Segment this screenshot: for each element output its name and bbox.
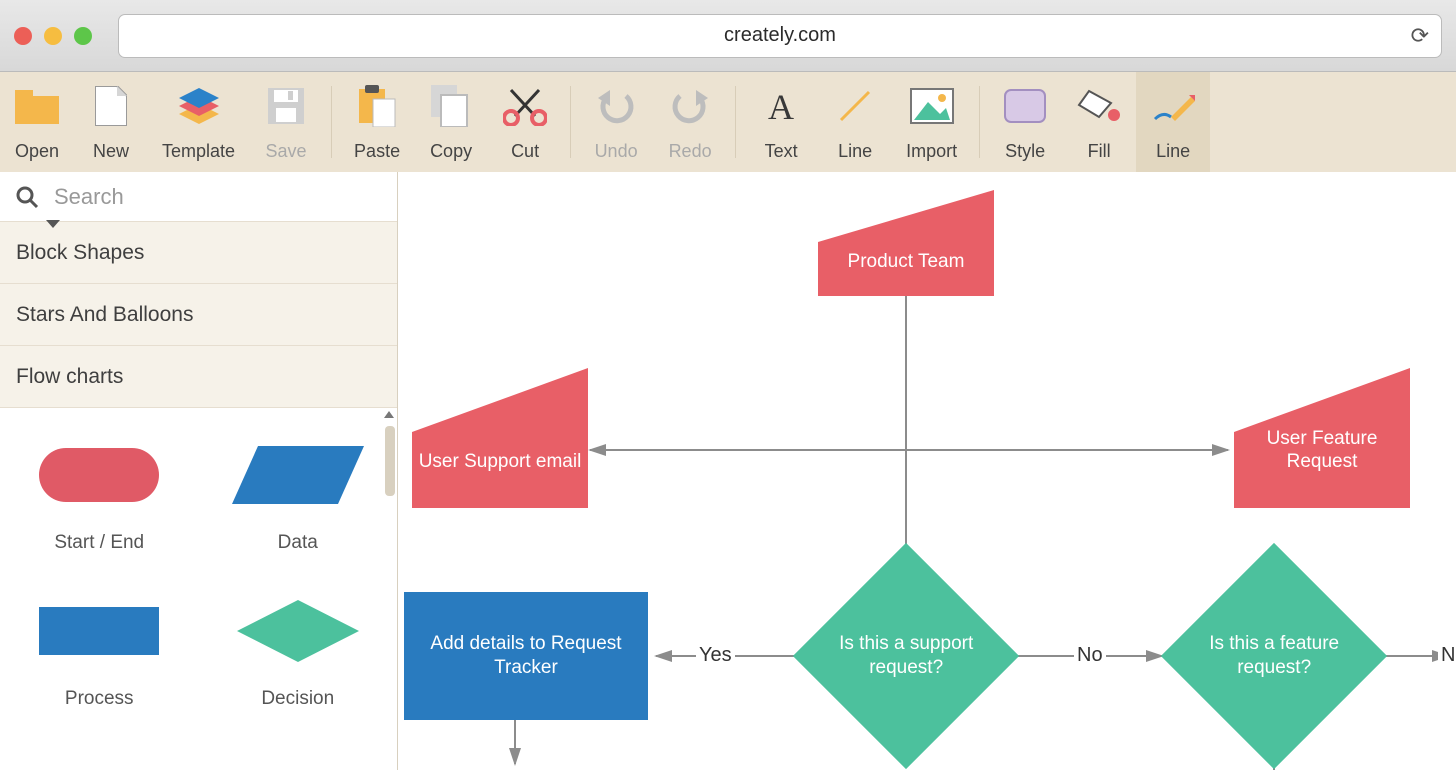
shape-start-end[interactable]: Start / End xyxy=(0,432,199,554)
fill-button[interactable]: Fill xyxy=(1062,72,1136,172)
paste-button[interactable]: Paste xyxy=(340,72,414,172)
cut-button[interactable]: Cut xyxy=(488,72,562,172)
folder-icon xyxy=(15,72,59,139)
document-icon xyxy=(95,72,127,139)
shape-decision[interactable]: Decision xyxy=(199,588,398,710)
text-tool-button[interactable]: A Text xyxy=(744,72,818,172)
node-product-team[interactable]: Product Team xyxy=(818,190,994,296)
chevron-down-icon[interactable] xyxy=(46,220,60,228)
paint-bucket-icon xyxy=(1077,72,1121,139)
copy-button[interactable]: Copy xyxy=(414,72,488,172)
minimize-window-button[interactable] xyxy=(44,27,62,45)
scroll-up-icon[interactable] xyxy=(384,411,394,418)
template-button[interactable]: Template xyxy=(148,72,249,172)
address-bar[interactable]: creately.com ⟳ xyxy=(118,14,1442,58)
shape-search-input[interactable] xyxy=(54,184,397,210)
reload-icon[interactable]: ⟳ xyxy=(1411,23,1429,49)
maximize-window-button[interactable] xyxy=(74,27,92,45)
toolbar-separator xyxy=(331,86,332,158)
undo-icon xyxy=(596,72,636,139)
category-flow-charts[interactable]: Flow charts xyxy=(0,346,397,408)
toolbar-separator xyxy=(735,86,736,158)
image-icon xyxy=(910,72,954,139)
search-icon xyxy=(0,185,54,209)
browser-chrome: creately.com ⟳ xyxy=(0,0,1456,72)
edge-label-no: No xyxy=(1074,644,1106,667)
toolbar-separator xyxy=(979,86,980,158)
style-swatch-icon xyxy=(1003,72,1047,139)
line-style-button[interactable]: Line xyxy=(1136,72,1210,172)
scissors-icon xyxy=(503,72,547,139)
shape-search xyxy=(0,172,397,222)
line-icon xyxy=(837,72,873,139)
undo-button[interactable]: Undo xyxy=(579,72,653,172)
style-button[interactable]: Style xyxy=(988,72,1062,172)
shape-palette: Start / End Data Process Decision xyxy=(0,408,397,770)
close-window-button[interactable] xyxy=(14,27,32,45)
node-user-support-email[interactable]: User Support email xyxy=(412,368,588,508)
category-block-shapes[interactable]: Block Shapes xyxy=(0,222,397,284)
save-button[interactable]: Save xyxy=(249,72,323,172)
category-stars-balloons[interactable]: Stars And Balloons xyxy=(0,284,397,346)
node-user-feature-request[interactable]: User Feature Request xyxy=(1234,368,1410,508)
shapes-sidebar: Block Shapes Stars And Balloons Flow cha… xyxy=(0,172,398,770)
shape-data[interactable]: Data xyxy=(199,432,398,554)
open-button[interactable]: Open xyxy=(0,72,74,172)
copy-icon xyxy=(431,72,471,139)
redo-button[interactable]: Redo xyxy=(653,72,727,172)
node-is-feature-request[interactable]: Is this a feature request? xyxy=(1161,543,1387,769)
scrollbar-thumb[interactable] xyxy=(385,426,395,496)
layers-icon xyxy=(177,72,221,139)
save-icon xyxy=(268,72,304,139)
paste-icon xyxy=(357,72,397,139)
workspace: Block Shapes Stars And Balloons Flow cha… xyxy=(0,172,1456,770)
edge-label-yes: Yes xyxy=(696,644,735,667)
address-bar-url: creately.com xyxy=(724,24,836,47)
new-button[interactable]: New xyxy=(74,72,148,172)
edge-label-no-2: N xyxy=(1438,644,1456,667)
pencil-icon xyxy=(1151,72,1195,139)
shape-process[interactable]: Process xyxy=(0,588,199,710)
redo-icon xyxy=(670,72,710,139)
diagram-canvas[interactable]: Product Team User Support email User Fea… xyxy=(398,172,1456,770)
text-icon: A xyxy=(762,72,800,139)
line-tool-button[interactable]: Line xyxy=(818,72,892,172)
svg-text:A: A xyxy=(768,87,794,125)
import-button[interactable]: Import xyxy=(892,72,971,172)
window-controls xyxy=(14,27,92,45)
toolbar-separator xyxy=(570,86,571,158)
node-is-support-request[interactable]: Is this a support request? xyxy=(793,543,1019,769)
main-toolbar: Open New Template Save Paste xyxy=(0,72,1456,172)
node-add-details[interactable]: Add details to Request Tracker xyxy=(404,592,648,720)
